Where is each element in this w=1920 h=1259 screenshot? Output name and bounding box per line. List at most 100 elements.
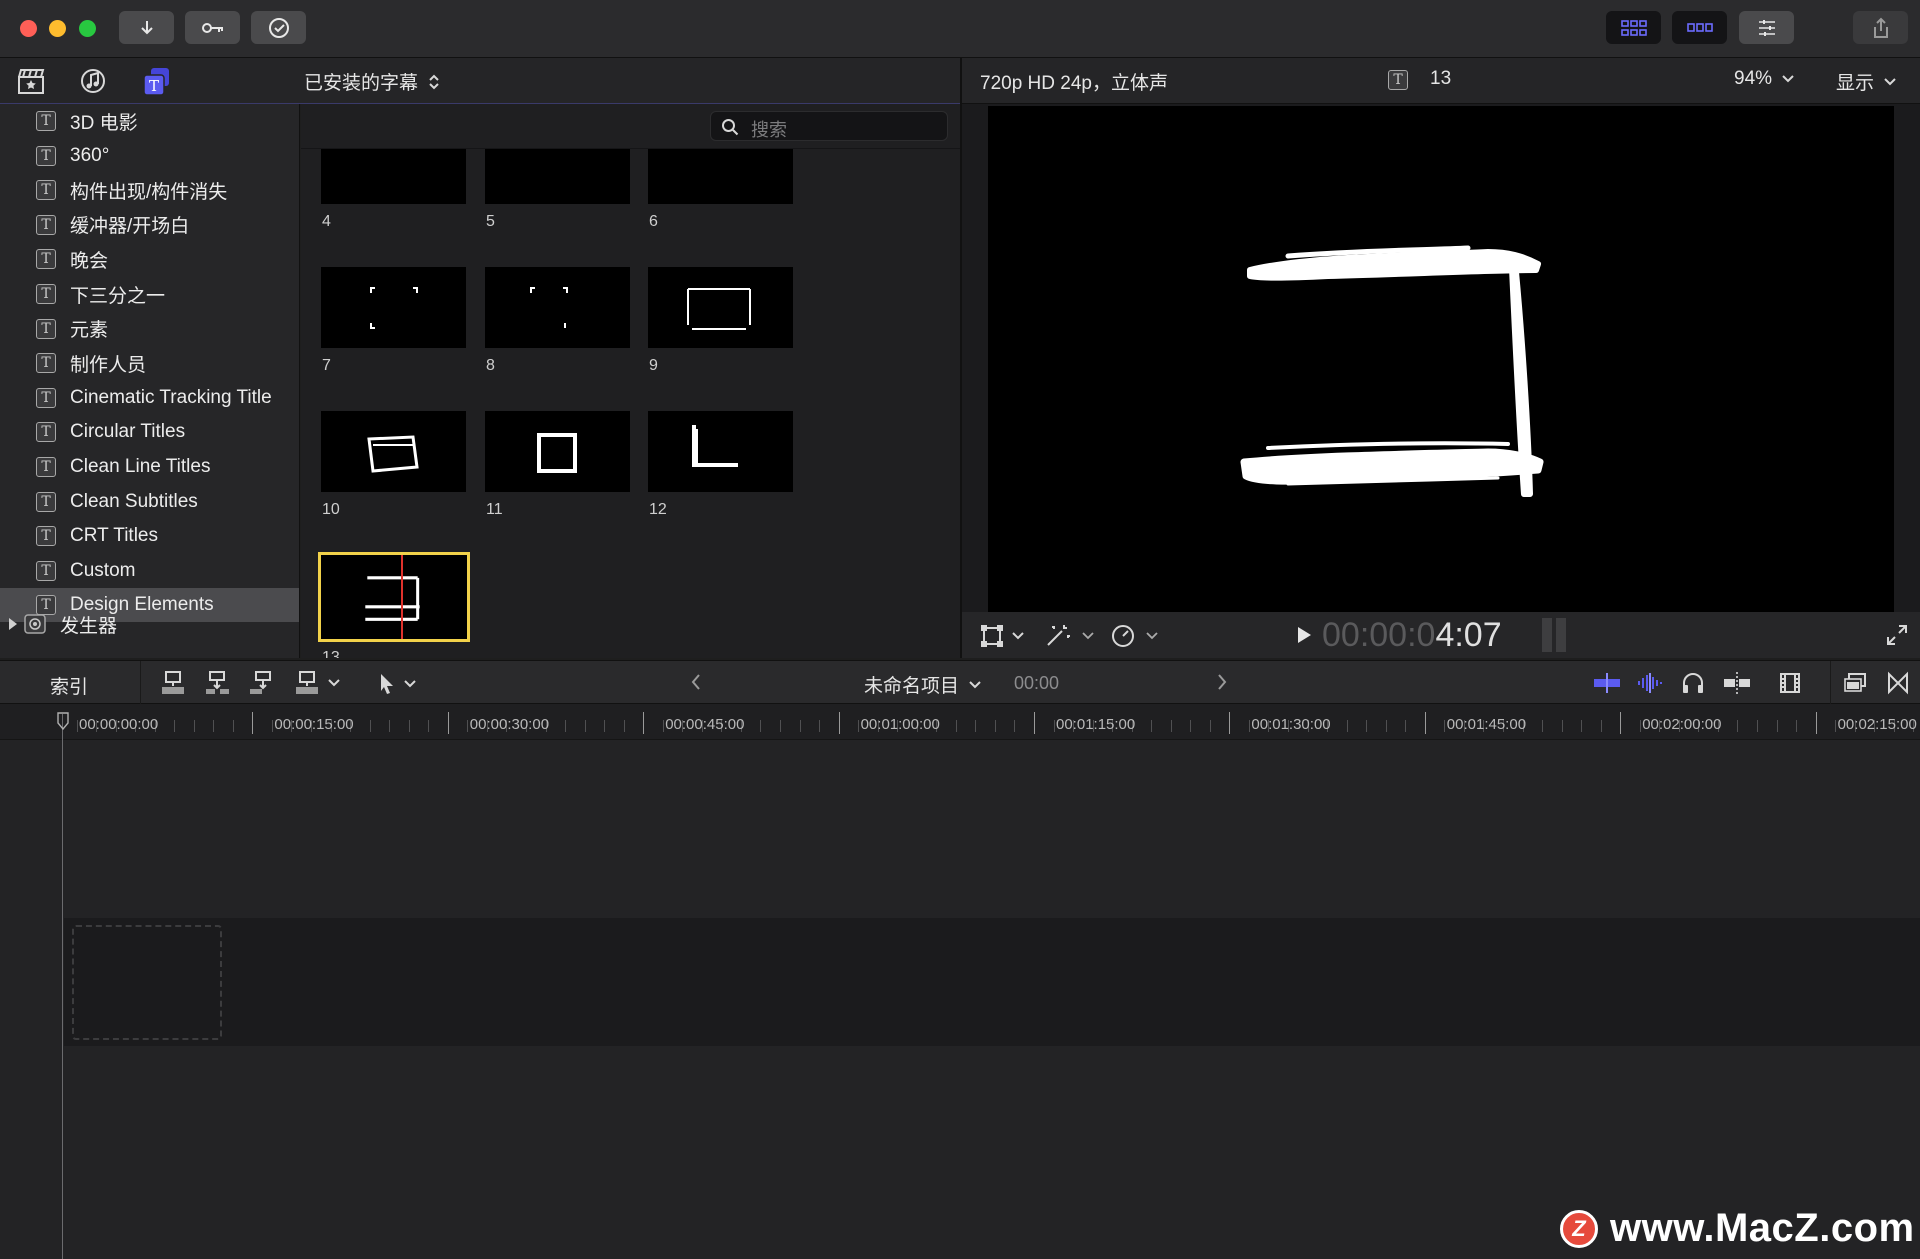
audio-meter-left — [1542, 618, 1552, 652]
fullscreen-button[interactable] — [1886, 624, 1908, 651]
play-button[interactable] — [1296, 626, 1312, 649]
background-tasks-button[interactable] — [251, 11, 306, 44]
zoom-window-button[interactable] — [79, 20, 96, 37]
title-category-icon: T — [36, 491, 56, 512]
chevron-down-icon — [1146, 632, 1158, 640]
close-window-button[interactable] — [20, 20, 37, 37]
ruler-minor-tick — [1444, 720, 1446, 732]
sidebar-item[interactable]: T Cinematic Tracking Title — [0, 381, 299, 415]
sidebar-item[interactable]: T CRT Titles — [0, 519, 299, 553]
title-thumbnail[interactable] — [485, 267, 630, 348]
solo-button[interactable] — [1680, 671, 1706, 700]
title-thumbnail[interactable] — [648, 149, 793, 204]
sidebar-item-label: 发生器 — [60, 615, 118, 637]
thumbnail-label: 11 — [486, 501, 503, 518]
retime-popup[interactable] — [1110, 623, 1158, 649]
title-thumbnail[interactable] — [321, 267, 466, 348]
title-thumbnail[interactable] — [648, 267, 793, 348]
enhancements-popup[interactable] — [1044, 623, 1094, 649]
titles-and-generators-tab[interactable]: T — [141, 65, 173, 102]
skimming-toggle[interactable] — [1592, 671, 1622, 700]
tool-popup[interactable] — [378, 672, 416, 696]
timeline-index-button[interactable]: 索引 — [50, 672, 88, 699]
timeline-history-forward-button[interactable] — [1216, 673, 1228, 696]
sidebar-item-label: Cinematic Tracking Title — [70, 386, 272, 408]
zoom-popup[interactable]: 94% — [1734, 68, 1794, 90]
project-popup[interactable]: 未命名项目 — [864, 671, 981, 698]
insert-clip-button[interactable] — [204, 670, 232, 701]
sidebar-item[interactable]: T 下三分之一 — [0, 277, 299, 311]
disclosure-triangle-icon[interactable] — [8, 617, 18, 631]
timeline-history-back-button[interactable] — [690, 673, 702, 696]
ruler-minor-tick — [1542, 720, 1544, 732]
speedometer-icon — [1112, 625, 1134, 647]
sidebar-item[interactable]: T 构件出现/构件消失 — [0, 173, 299, 207]
sidebar-item[interactable]: T 缓冲器/开场白 — [0, 208, 299, 242]
playhead-handle-icon[interactable] — [56, 712, 70, 730]
snapping-toggle[interactable] — [1722, 671, 1752, 700]
share-button[interactable] — [1853, 11, 1908, 44]
empty-storyline-placeholder[interactable] — [72, 925, 222, 1040]
divider — [140, 661, 141, 705]
sidebar-item-label: Circular Titles — [70, 421, 186, 443]
ruler-minor-tick — [1581, 720, 1583, 732]
title-preview-graphic — [367, 435, 419, 473]
music-and-sound-tab[interactable] — [78, 66, 108, 101]
keywords-button[interactable] — [185, 11, 240, 44]
main-toolbar — [0, 0, 1920, 58]
sidebar-item[interactable]: T Custom — [0, 554, 299, 588]
title-thumbnail[interactable] — [485, 411, 630, 492]
search-placeholder: 搜索 — [751, 120, 787, 140]
transform-popup[interactable] — [980, 624, 1024, 648]
title-category-icon: T — [36, 145, 56, 166]
connect-clip-button[interactable] — [160, 670, 188, 701]
sidebar-item[interactable]: T 3D 电影 — [0, 104, 299, 138]
timecode-display[interactable]: 00:00:04:07 — [1322, 616, 1502, 655]
photos-and-videos-tab[interactable] — [16, 67, 46, 100]
title-thumbnail[interactable] — [648, 411, 793, 492]
sidebar-item-generators[interactable]: 发生器 — [0, 607, 299, 641]
sidebar-item[interactable]: T 制作人员 — [0, 346, 299, 380]
playhead[interactable] — [62, 714, 63, 1259]
search-field[interactable]: 搜索 — [710, 111, 948, 141]
ruler-major-tick — [252, 712, 254, 734]
minimize-window-button[interactable] — [49, 20, 66, 37]
audio-skimming-toggle[interactable] — [1636, 671, 1664, 700]
sidebar-item-label: CRT Titles — [70, 525, 158, 547]
primary-storyline[interactable] — [64, 918, 1920, 1046]
title-category-icon: T — [36, 560, 56, 581]
import-media-button[interactable] — [119, 11, 174, 44]
effects-browser-toggle[interactable] — [1842, 671, 1868, 700]
ruler-minor-tick — [1151, 720, 1153, 732]
overwrite-clip-popup[interactable] — [294, 670, 340, 696]
title-thumbnail[interactable] — [321, 411, 466, 492]
clip-appearance-button[interactable] — [1778, 671, 1802, 700]
title-thumbnail[interactable] — [485, 149, 630, 204]
sidebar-item[interactable]: T Circular Titles — [0, 415, 299, 449]
title-thumbnail[interactable] — [321, 149, 466, 204]
transitions-browser-toggle[interactable] — [1886, 671, 1910, 700]
category-popup[interactable]: 已安装的字幕 — [304, 68, 440, 95]
sidebar-item[interactable]: T Clean Subtitles — [0, 485, 299, 519]
sidebar-item[interactable]: T 元素 — [0, 312, 299, 346]
play-icon — [1298, 627, 1311, 643]
sidebar-item[interactable]: T Clean Line Titles — [0, 450, 299, 484]
chevron-down-icon — [1782, 75, 1794, 83]
timeline-ruler[interactable]: 00:00:00:00 00:00:15:00 00:00:30:00 00:00:4… — [0, 704, 1920, 740]
timecode-leading: 00:00:0 — [1322, 616, 1436, 654]
view-options-label: 显示 — [1836, 73, 1875, 94]
sidebar-item[interactable]: T 360° — [0, 139, 299, 173]
arrow-pointer-icon — [381, 674, 393, 694]
title-preview-graphic — [321, 149, 466, 204]
title-category-icon: T — [36, 422, 56, 443]
inspector-toggle-button[interactable] — [1739, 11, 1794, 44]
browser-toggle-button[interactable] — [1606, 11, 1661, 44]
ruler-major-tick — [643, 712, 645, 734]
title-thumbnail[interactable] — [318, 552, 470, 642]
viewer-canvas[interactable] — [988, 106, 1894, 614]
timeline-toggle-button[interactable] — [1672, 11, 1727, 44]
sidebar-item[interactable]: T 晚会 — [0, 242, 299, 276]
title-category-icon: T — [36, 318, 56, 339]
append-clip-button[interactable] — [248, 670, 276, 701]
view-options-popup[interactable]: 显示 — [1836, 68, 1896, 95]
